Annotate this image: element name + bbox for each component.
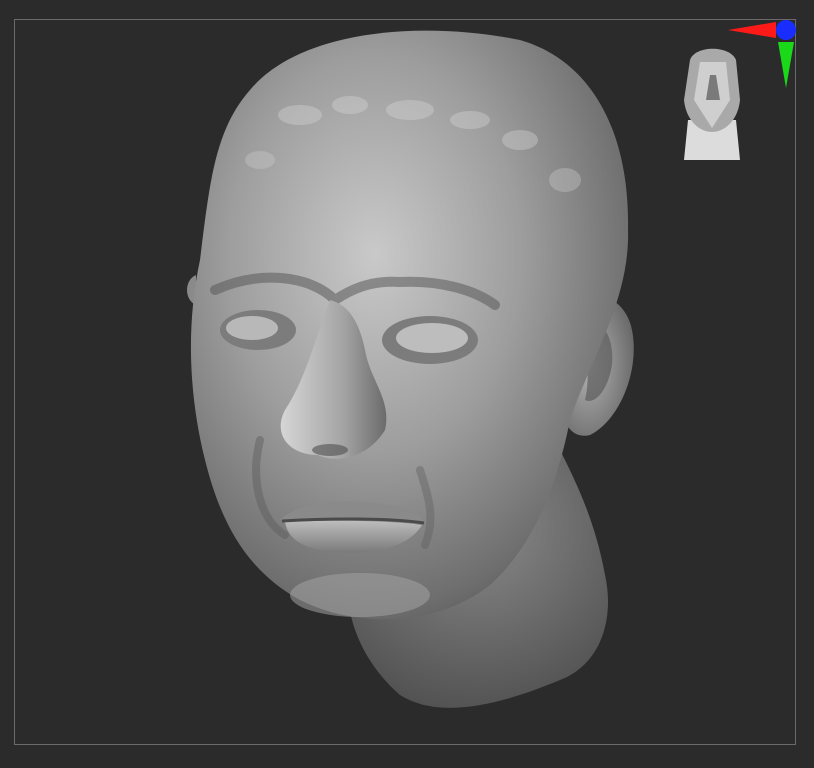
axis-x-arrow[interactable] (728, 22, 776, 38)
sculpted-head-model[interactable] (187, 30, 634, 708)
zbrush-document-window (0, 0, 814, 768)
axis-y-arrow[interactable] (778, 42, 794, 88)
eye-left-ball (226, 316, 278, 340)
axis-z-dot[interactable] (776, 20, 796, 40)
eye-right-ball (396, 323, 468, 353)
axis-gizmo[interactable] (728, 20, 796, 88)
navigation-head-icon[interactable] (684, 48, 740, 160)
chin (290, 573, 430, 617)
3d-viewport[interactable] (0, 0, 814, 768)
nostril (312, 444, 348, 456)
